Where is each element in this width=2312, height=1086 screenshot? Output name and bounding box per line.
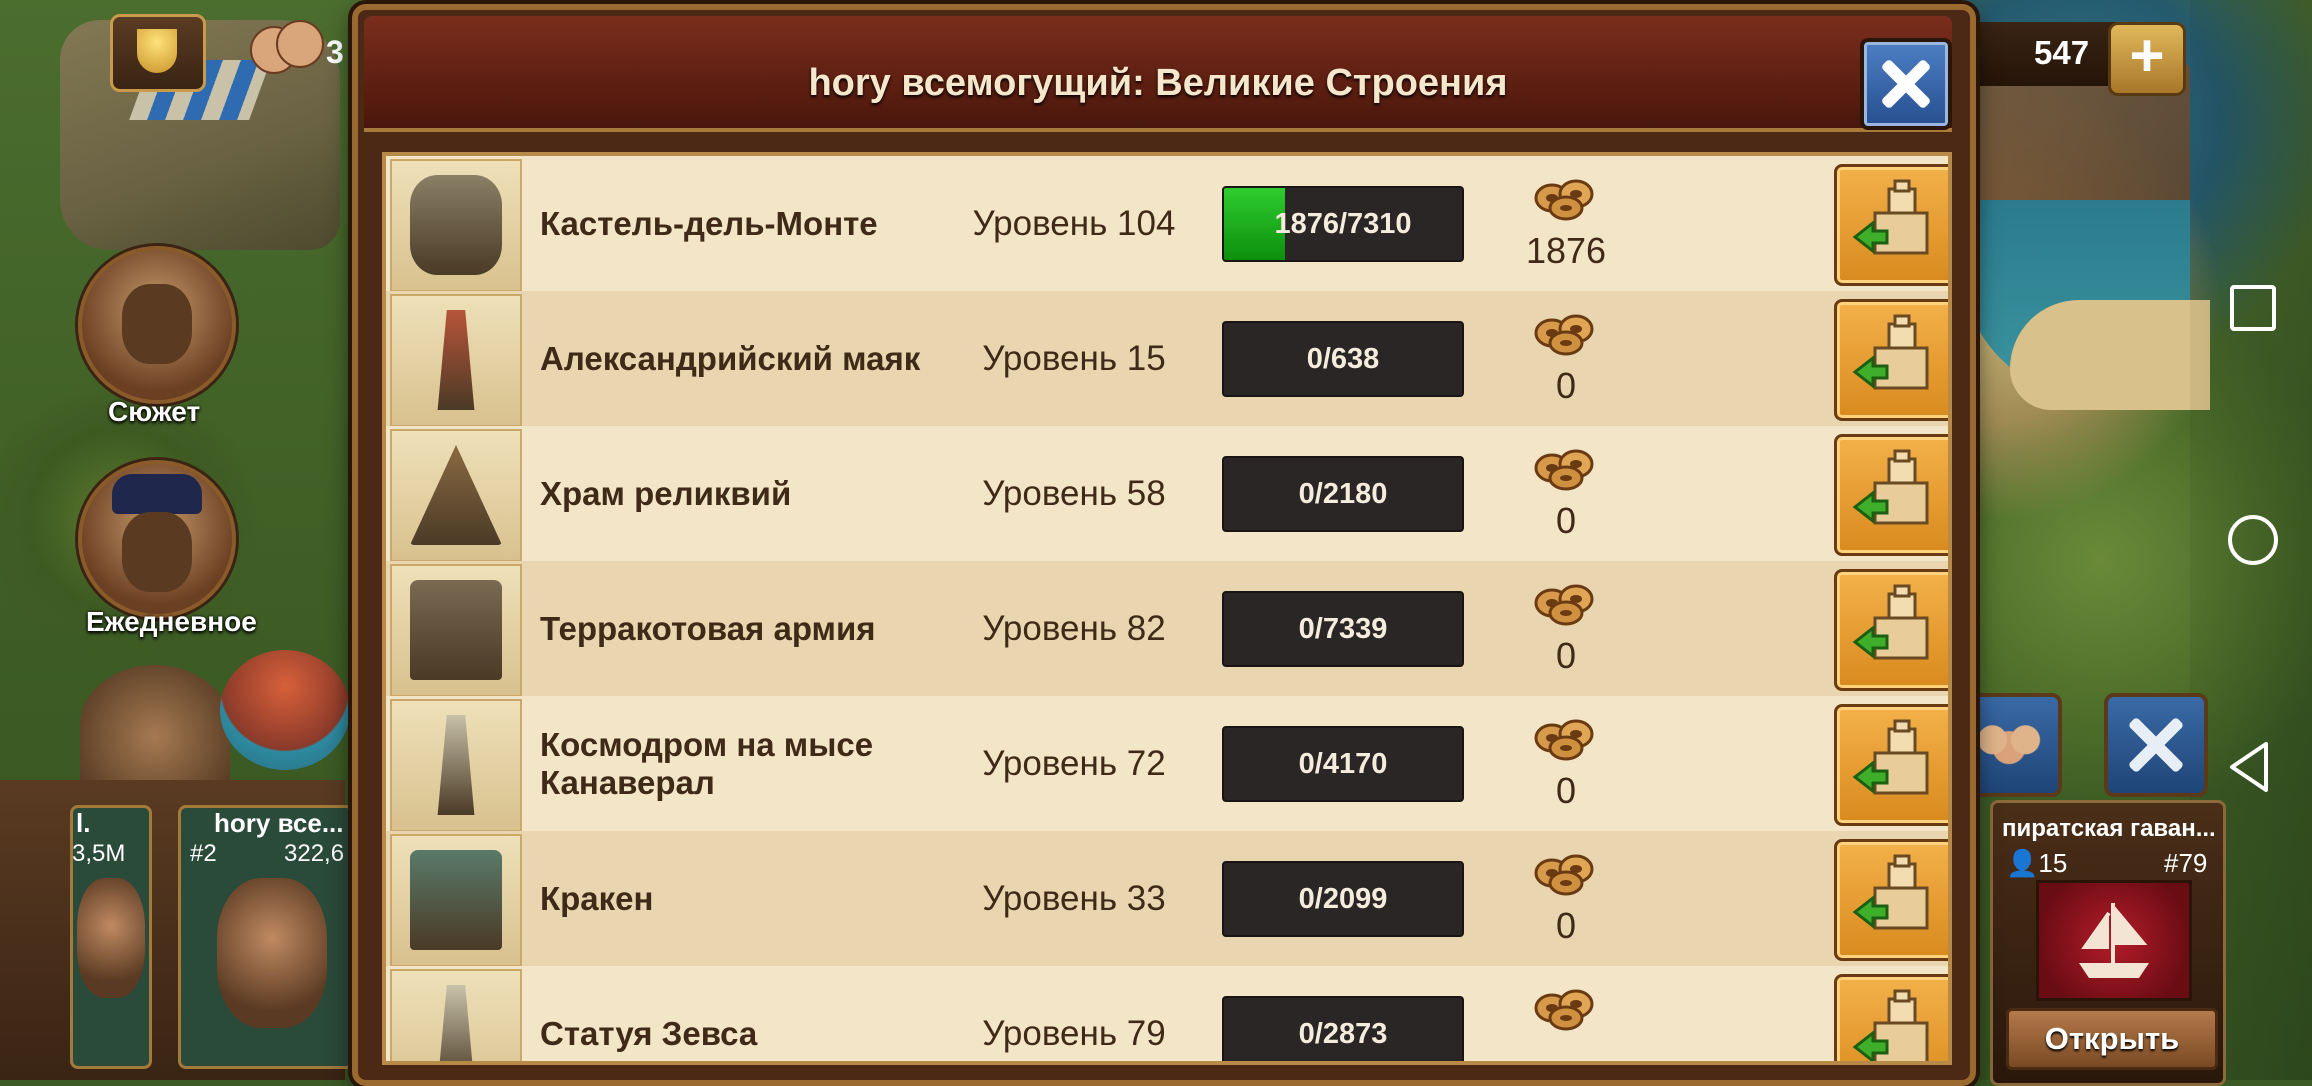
great-building-row[interactable]: Кракен Уровень 33 0/2099 0 — [386, 831, 1948, 967]
friend-score: 3,5M — [72, 840, 126, 867]
event-pot-icon[interactable] — [220, 650, 350, 770]
daily-label: Ежедневное — [86, 606, 257, 637]
friend-name: hory все... — [214, 808, 344, 838]
contribution-progress-bar: 0/2180 — [1222, 456, 1464, 532]
forge-points-count: 1876 — [1525, 230, 1607, 271]
beach-sand — [2010, 300, 2210, 410]
modal-title: hory всемогущий: Великие Строения — [808, 62, 1508, 104]
forge-points-count: 0 — [1555, 500, 1577, 541]
forge-points-count: 0 — [1555, 905, 1577, 946]
forge-points-icon — [1532, 174, 1598, 222]
forge-points-count: 0 — [1555, 770, 1577, 811]
modal-header: hory всемогущий: Великие Строения — [364, 16, 1952, 132]
great-building-level: Уровень 15 — [982, 338, 1166, 378]
great-building-row[interactable]: Александрийский маяк Уровень 15 0/638 0 — [386, 291, 1948, 427]
great-building-row[interactable]: Космодром на мысе Канаверал Уровень 72 0/4… — [386, 696, 1948, 832]
contribution-progress-bar: 0/4170 — [1222, 726, 1464, 802]
great-buildings-list[interactable]: Кастель-дель-Монте Уровень 104 1876/7310 18… — [382, 152, 1952, 1065]
guild-rank: #79 — [2164, 848, 2208, 878]
contribution-progress-bar: 1876/7310 — [1222, 186, 1464, 262]
contribute-building-button[interactable] — [1834, 974, 1948, 1061]
resource-value: 547 — [2034, 34, 2090, 71]
progress-text: 1876/7310 — [1274, 207, 1412, 240]
great-building-name: Александрийский маяк — [540, 339, 921, 377]
contribute-building-button[interactable] — [1834, 164, 1948, 286]
friend-score: 322,6 — [284, 840, 345, 867]
great-building-row[interactable]: Храм реликвий Уровень 58 0/2180 0 — [386, 426, 1948, 562]
home-circle-icon[interactable] — [2228, 515, 2278, 565]
contribute-building-button[interactable] — [1834, 704, 1948, 826]
recents-square-icon[interactable] — [2230, 285, 2276, 331]
pet-portrait[interactable] — [80, 665, 230, 785]
great-building-thumbnail-icon[interactable] — [390, 699, 522, 832]
great-building-level: Уровень 33 — [982, 878, 1166, 918]
members-value: 15 — [2038, 848, 2068, 878]
contribution-progress-bar: 0/2873 — [1222, 996, 1464, 1061]
great-building-name: Кракен — [540, 879, 654, 917]
players-avatars-icon[interactable] — [250, 20, 330, 90]
great-buildings-modal: hory всемогущий: Великие Строения Кастел… — [352, 4, 1976, 1086]
forge-points-icon — [1532, 714, 1598, 762]
progress-text: 0/2099 — [1298, 882, 1388, 915]
great-building-row[interactable]: Кастель-дель-Монте Уровень 104 1876/7310 18… — [386, 156, 1948, 292]
contribution-progress-bar: 0/7339 — [1222, 591, 1464, 667]
great-building-row[interactable]: Терракотовая армия Уровень 82 0/7339 0 — [386, 561, 1948, 697]
friend-name: l. — [76, 808, 91, 838]
great-building-level: Уровень 82 — [982, 608, 1166, 648]
contribute-building-button[interactable] — [1834, 839, 1948, 961]
great-building-name: Статуя Зевса — [540, 1014, 758, 1052]
hud-left-counter: 3 — [326, 34, 344, 70]
forge-points-icon — [1532, 309, 1598, 357]
friend-rank: #2 — [190, 840, 217, 867]
contribution-progress-bar: 0/2099 — [1222, 861, 1464, 937]
guild-title: пиратская гаван... — [2002, 815, 2216, 842]
great-building-row[interactable]: Статуя Зевса Уровень 79 0/2873 — [386, 966, 1948, 1061]
forge-points-icon — [1532, 984, 1598, 1032]
great-building-thumbnail-icon[interactable] — [390, 969, 522, 1061]
contribute-building-button[interactable] — [1834, 299, 1948, 421]
progress-text: 0/4170 — [1298, 747, 1388, 780]
great-building-thumbnail-icon[interactable] — [390, 834, 522, 967]
great-building-thumbnail-icon[interactable] — [390, 564, 522, 697]
progress-text: 0/638 — [1306, 342, 1380, 375]
trophy-icon[interactable] — [110, 14, 206, 92]
great-building-name: Терракотовая армия — [540, 609, 876, 647]
person-icon: 👤 — [2006, 848, 2039, 878]
contribute-building-button[interactable] — [1834, 569, 1948, 691]
great-building-thumbnail-icon[interactable] — [390, 159, 522, 292]
forge-points-icon — [1532, 579, 1598, 627]
progress-text: 0/2873 — [1298, 1017, 1388, 1050]
close-social-button[interactable] — [2104, 693, 2208, 797]
daily-quest-portrait[interactable] — [78, 460, 236, 618]
pirate-ship-emblem-icon — [2036, 880, 2192, 1001]
great-building-level: Уровень 79 — [982, 1013, 1166, 1053]
progress-text: 0/7339 — [1298, 612, 1388, 645]
contribution-progress-bar: 0/638 — [1222, 321, 1464, 397]
forge-points-icon — [1532, 444, 1598, 492]
great-building-thumbnail-icon[interactable] — [390, 429, 522, 562]
guild-members-count: 👤15 — [2006, 848, 2067, 879]
add-resource-button[interactable]: + — [2108, 22, 2186, 96]
great-building-name: Кастель-дель-Монте — [540, 204, 878, 242]
close-icon[interactable] — [1860, 38, 1952, 130]
great-building-level: Уровень 58 — [982, 473, 1166, 513]
great-building-level: Уровень 104 — [972, 203, 1176, 243]
open-guild-button[interactable]: Открыть — [2006, 1008, 2218, 1070]
great-building-name: Храм реликвий — [540, 474, 792, 512]
great-building-level: Уровень 72 — [982, 743, 1166, 783]
forge-points-count: 0 — [1555, 635, 1577, 676]
forge-points-count: 0 — [1555, 365, 1577, 406]
contribute-building-button[interactable] — [1834, 434, 1948, 556]
great-building-name: Космодром на мысе Канаверал — [540, 725, 874, 801]
great-building-thumbnail-icon[interactable] — [390, 294, 522, 427]
story-quest-portrait[interactable] — [78, 246, 236, 404]
story-label: Сюжет — [108, 396, 201, 427]
forge-points-icon — [1532, 849, 1598, 897]
progress-text: 0/2180 — [1298, 477, 1388, 510]
